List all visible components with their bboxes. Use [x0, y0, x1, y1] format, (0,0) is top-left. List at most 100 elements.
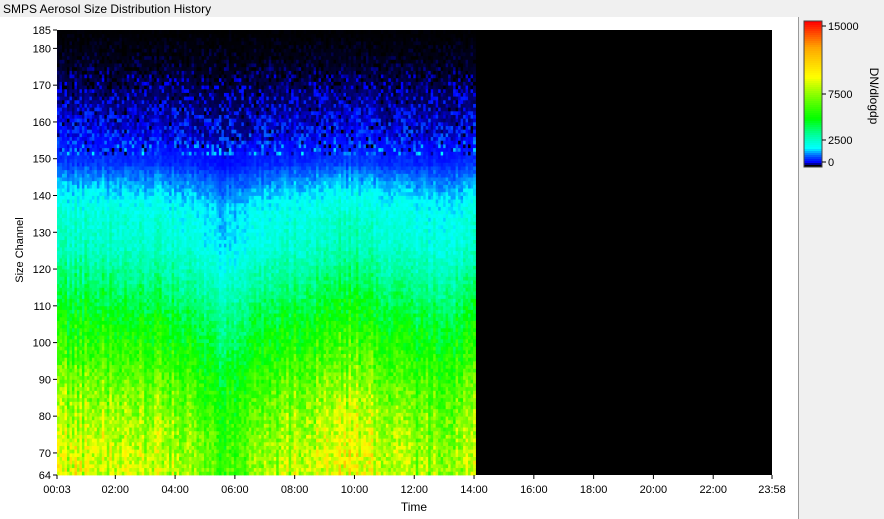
heatmap-cell-2805 [114, 390, 117, 394]
heatmap-cell-315 [62, 203, 65, 207]
heatmap-cell-4077 [139, 162, 142, 166]
heatmap-cell-4053 [139, 251, 142, 255]
heatmap-cell-1941 [97, 453, 100, 457]
heatmap-cell-1667 [89, 126, 92, 130]
heatmap-cell-4943 [157, 93, 160, 97]
heatmap-cell-1181 [79, 133, 82, 137]
heatmap-cell-2459 [107, 328, 110, 332]
heatmap-cell-4835 [154, 45, 157, 49]
heatmap-cell-4312 [144, 188, 147, 192]
heatmap-cell-357 [62, 48, 65, 52]
heatmap-cell-1760 [92, 229, 95, 233]
heatmap-cell-2253 [102, 196, 105, 200]
heatmap-cell-186 [59, 232, 62, 236]
heatmap-cell-1601 [89, 368, 92, 372]
heatmap-cell-2408 [104, 70, 107, 74]
heatmap-cell-1909 [94, 126, 97, 130]
heatmap-cell-985 [77, 409, 80, 413]
heatmap-cell-4738 [154, 401, 157, 405]
heatmap-cell-2505 [107, 159, 110, 163]
heatmap-cell-3330 [124, 240, 127, 244]
heatmap-cell-2021 [97, 159, 100, 163]
heatmap-cell-4272 [144, 335, 147, 339]
heatmap-cell-2160 [99, 93, 102, 97]
heatmap-cell-4815 [154, 118, 157, 122]
heatmap-cell-2824 [114, 321, 117, 325]
heatmap-cell-2656 [109, 48, 112, 52]
heatmap-cell-4012 [139, 401, 142, 405]
heatmap-cell-1965 [97, 365, 100, 369]
heatmap-cell-3645 [132, 416, 135, 420]
heatmap-cell-2393 [104, 126, 107, 130]
heatmap-cell-4598 [152, 471, 155, 475]
heatmap-cell-3537 [129, 368, 132, 372]
heatmap-cell-410 [64, 298, 67, 302]
heatmap-cell-4551 [149, 199, 152, 203]
heatmap-cell-4726 [154, 446, 157, 450]
heatmap-cell-884 [74, 335, 77, 339]
heatmap-cell-500 [67, 412, 70, 416]
heatmap-cell-3370 [124, 93, 127, 97]
heatmap-cell-2088 [99, 357, 102, 361]
heatmap-cell-4585 [149, 74, 152, 78]
heatmap-cell-4647 [152, 291, 155, 295]
heatmap-cell-4009 [139, 412, 142, 416]
heatmap-cell-4507 [149, 361, 152, 365]
heatmap-cell-2068 [99, 431, 102, 435]
heatmap-cell-2296 [102, 37, 105, 41]
heatmap-cell-3598 [129, 144, 132, 148]
heatmap-cell-3661 [132, 357, 135, 361]
heatmap-cell-2949 [117, 306, 120, 310]
heatmap-cell-1231 [82, 394, 85, 398]
heatmap-cell-2684 [112, 390, 115, 394]
heatmap-cell-3211 [122, 232, 125, 236]
heatmap-cell-487 [67, 460, 70, 464]
heatmap-cell-2813 [114, 361, 117, 365]
heatmap-cell-356 [62, 52, 65, 56]
heatmap-cell-3043 [119, 405, 122, 409]
heatmap-cell-3823 [134, 207, 137, 211]
heatmap-cell-1504 [87, 280, 90, 284]
heatmap-cell-3986 [137, 52, 140, 56]
heatmap-cell-4476 [147, 30, 150, 34]
heatmap-cell-2292 [102, 52, 105, 56]
heatmap-cell-534 [67, 287, 70, 291]
heatmap-cell-2042 [97, 81, 100, 85]
heatmap-cell-3577 [129, 221, 132, 225]
heatmap-cell-3741 [132, 63, 135, 67]
heatmap-cell-2936 [117, 354, 120, 358]
heatmap-cell-718 [69, 56, 72, 60]
heatmap-cell-293 [62, 284, 65, 288]
heatmap-cell-1287 [82, 188, 85, 192]
heatmap-cell-746 [72, 398, 75, 402]
heatmap-cell-4228 [142, 52, 145, 56]
heatmap-cell-3196 [122, 287, 125, 291]
heatmap-cell-3232 [122, 155, 125, 159]
heatmap-cell-1319 [82, 70, 85, 74]
heatmap-cell-3643 [132, 424, 135, 428]
heatmap-cell-3742 [132, 59, 135, 63]
heatmap-cell-3991 [137, 34, 140, 38]
heatmap-cell-2435 [107, 416, 110, 420]
heatmap-cell-1688 [89, 48, 92, 52]
heatmap-cell-502 [67, 405, 70, 409]
heatmap-cell-681 [69, 192, 72, 196]
heatmap-cell-1762 [92, 221, 95, 225]
heatmap-cell-2755 [112, 129, 115, 133]
heatmap-cell-1019 [77, 284, 80, 288]
heatmap-cell-3844 [134, 129, 137, 133]
heatmap-cell-2434 [107, 420, 110, 424]
heatmap-cell-2670 [112, 442, 115, 446]
heatmap-cell-234 [59, 56, 62, 60]
heatmap-cell-37 [57, 335, 60, 339]
heatmap-cell-1752 [92, 258, 95, 262]
heatmap-cell-74 [57, 199, 60, 203]
heatmap-cell-4887 [157, 298, 160, 302]
heatmap-cell-3277 [124, 435, 127, 439]
heatmap-cell-309 [62, 225, 65, 229]
heatmap-cell-209 [59, 148, 62, 152]
heatmap-cell-4799 [154, 177, 157, 181]
heatmap-cell-926 [74, 181, 77, 185]
heatmap-cell-787 [72, 247, 75, 251]
heatmap-cell-3770 [134, 401, 137, 405]
